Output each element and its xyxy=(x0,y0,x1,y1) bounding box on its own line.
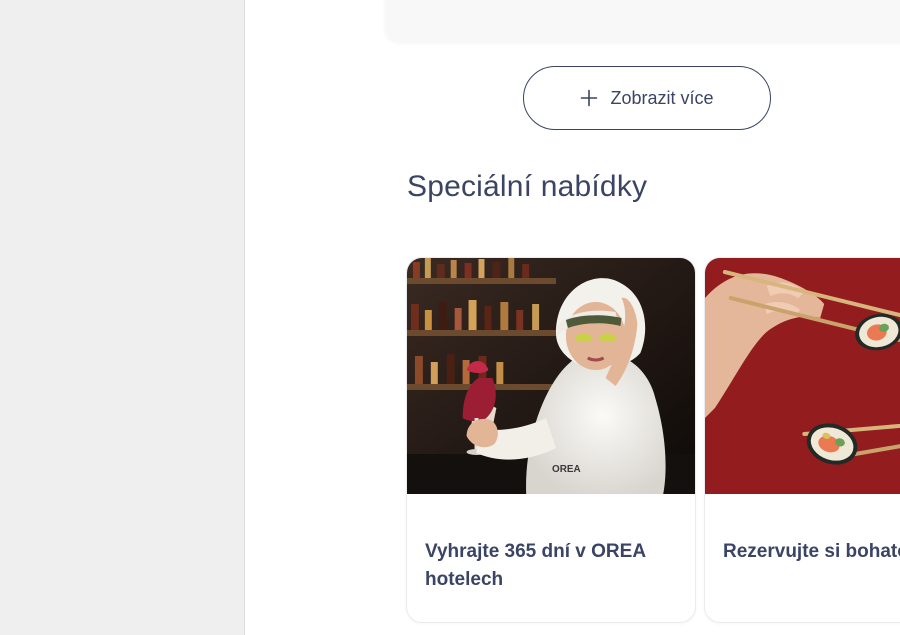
offer-title[interactable]: Vyhrajte 365 dní v OREA hotelech xyxy=(425,538,683,594)
show-more-label: Zobrazit více xyxy=(610,87,714,108)
bathrobe-logo: OREA xyxy=(552,464,581,475)
left-gutter xyxy=(0,0,244,635)
show-more-button[interactable]: Zobrazit více xyxy=(523,66,771,130)
offers-carousel: OREA Vyhrajte 365 dní v OREA hotelech Re… xyxy=(406,257,900,625)
previous-card-bottom xyxy=(385,0,900,42)
plus-icon xyxy=(581,89,598,107)
section-title: Speciální nabídky xyxy=(407,170,648,203)
offer-card[interactable]: OREA Vyhrajte 365 dní v OREA hotelech xyxy=(406,257,696,623)
sushi-chopsticks-photo xyxy=(705,258,900,494)
main-content-panel: Zobrazit více Speciální nabídky OREA Vyh… xyxy=(244,0,900,635)
offer-title[interactable]: Rezervujte si bohatou bufetovou večeři xyxy=(723,538,900,566)
offer-card[interactable]: Rezervujte si bohatou bufetovou večeři xyxy=(704,257,900,623)
spa-woman-with-wine-photo: OREA xyxy=(407,258,695,494)
